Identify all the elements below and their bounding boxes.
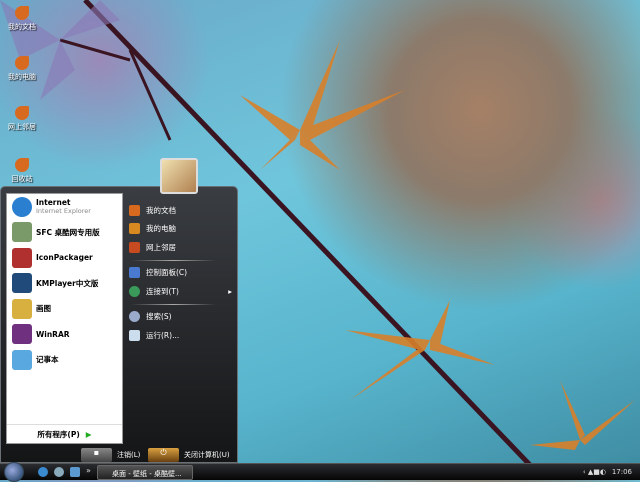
menu-item-search[interactable]: 搜索(S) <box>126 308 236 327</box>
all-programs-label: 所有程序(P) <box>37 430 80 439</box>
menu-item-control-panel[interactable]: 控制面板(C) <box>126 264 236 283</box>
menu-item-network[interactable]: 网上邻居 <box>126 238 236 257</box>
leaf-icon <box>129 223 140 235</box>
quicklaunch-more-button[interactable]: » <box>86 466 91 475</box>
desktop-icon-recycle-bin[interactable]: 回收站 <box>2 158 42 184</box>
right-panel: 我的文档 我的电脑 网上邻居 控制面板(C) 连接到(T) ▸ 搜索(S) 运行(… <box>126 201 236 345</box>
item-label: KMPlayer中文版 <box>36 278 99 288</box>
logoff-label: 注销(L) <box>117 451 141 459</box>
leaf-icon <box>15 6 29 20</box>
task-label: 桌面 - 壁纸 - 桌酷壁... <box>112 470 182 478</box>
desktop-icon-label: 我的文档 <box>8 23 36 31</box>
lock-icon: ▪ <box>93 448 100 457</box>
desktop-icon-label: 回收站 <box>11 175 33 183</box>
menu-item-connect-to[interactable]: 连接到(T) ▸ <box>126 282 236 301</box>
system-tray: ‹ ▲■◐ <box>583 468 606 476</box>
arrow-right-icon: ▶ <box>85 430 92 439</box>
menu-item-run[interactable]: 运行(R)... <box>126 326 236 345</box>
item-label: 我的文档 <box>146 205 176 215</box>
search-icon <box>129 311 140 323</box>
ie-icon <box>12 196 32 217</box>
menu-item-sfc[interactable]: SFC 桌酷网专用版 <box>7 220 122 246</box>
shutdown-button[interactable]: ⏻ <box>148 448 179 462</box>
kmplayer-icon <box>12 273 32 294</box>
item-label: 记事本 <box>36 355 59 365</box>
desktop-icon-label: 我的电脑 <box>8 73 36 81</box>
winrar-icon <box>12 324 32 345</box>
leaf-icon <box>15 106 29 120</box>
pinned-programs: Internet Internet Explorer SFC 桌酷网专用版 Ico… <box>6 193 123 444</box>
taskbar: » 桌面 - 壁纸 - 桌酷壁... ‹ ▲■◐ 17:06 <box>0 462 640 482</box>
desktop-icon-network[interactable]: 网上邻居 <box>2 106 42 132</box>
all-programs-button[interactable]: 所有程序(P) ▶ <box>7 424 122 440</box>
sfc-icon <box>12 222 32 243</box>
menu-item-iconpackager[interactable]: IconPackager <box>7 245 122 271</box>
control-panel-icon <box>129 267 140 279</box>
item-label: WinRAR <box>36 329 70 339</box>
desktop-icon-my-documents[interactable]: 我的文档 <box>2 6 42 32</box>
menu-item-my-computer[interactable]: 我的电脑 <box>126 220 236 239</box>
item-label: 搜索(S) <box>146 312 172 322</box>
globe-quicklaunch-icon[interactable] <box>54 467 64 477</box>
shutdown-label: 关闭计算机(U) <box>184 451 230 459</box>
menu-item-notepad[interactable]: 记事本 <box>7 347 122 373</box>
item-label: SFC 桌酷网专用版 <box>36 227 100 237</box>
globe-icon <box>129 285 140 297</box>
menu-item-internet-explorer[interactable]: Internet Internet Explorer <box>7 194 122 220</box>
desktop-quicklaunch-icon[interactable] <box>70 467 80 477</box>
item-label: Internet <box>36 198 71 208</box>
item-label: 我的电脑 <box>146 224 176 234</box>
tray-expand-button[interactable]: ‹ <box>583 468 586 476</box>
tray-icons[interactable]: ▲■◐ <box>588 468 606 476</box>
item-label: 画图 <box>36 304 51 314</box>
taskbar-button-browser[interactable]: 桌面 - 壁纸 - 桌酷壁... <box>97 465 193 480</box>
ie-quicklaunch-icon[interactable] <box>38 467 48 477</box>
start-menu: Internet Internet Explorer SFC 桌酷网专用版 Ico… <box>0 186 238 463</box>
item-label: 控制面板(C) <box>146 268 188 278</box>
leaf-icon <box>129 204 140 216</box>
leaf-icon <box>129 241 140 253</box>
paint-icon <box>12 298 32 319</box>
run-icon <box>129 329 140 341</box>
menu-item-paint[interactable]: 画图 <box>7 296 122 322</box>
separator <box>131 303 216 305</box>
item-label: 连接到(T) <box>146 286 179 296</box>
start-button[interactable] <box>4 462 24 482</box>
user-avatar[interactable] <box>160 158 198 194</box>
menu-item-kmplayer[interactable]: KMPlayer中文版 <box>7 271 122 297</box>
leaf-icon <box>15 158 29 172</box>
iconpackager-icon <box>12 247 32 268</box>
item-label: 运行(R)... <box>146 330 180 340</box>
notepad-icon <box>12 349 32 370</box>
item-label: IconPackager <box>36 253 93 263</box>
logoff-button[interactable]: ▪ <box>81 448 112 462</box>
desktop-icon-my-computer[interactable]: 我的电脑 <box>2 56 42 82</box>
item-sublabel: Internet Explorer <box>36 207 91 216</box>
menu-item-winrar[interactable]: WinRAR <box>7 322 122 348</box>
power-icon: ⏻ <box>160 448 167 457</box>
menu-item-my-documents[interactable]: 我的文档 <box>126 201 236 220</box>
clock[interactable]: 17:06 <box>612 468 632 476</box>
leaf-icon <box>15 56 29 70</box>
desktop-icon-label: 网上邻居 <box>8 123 36 131</box>
item-label: 网上邻居 <box>146 242 176 252</box>
submenu-arrow-icon: ▸ <box>228 286 232 296</box>
separator <box>131 259 216 261</box>
